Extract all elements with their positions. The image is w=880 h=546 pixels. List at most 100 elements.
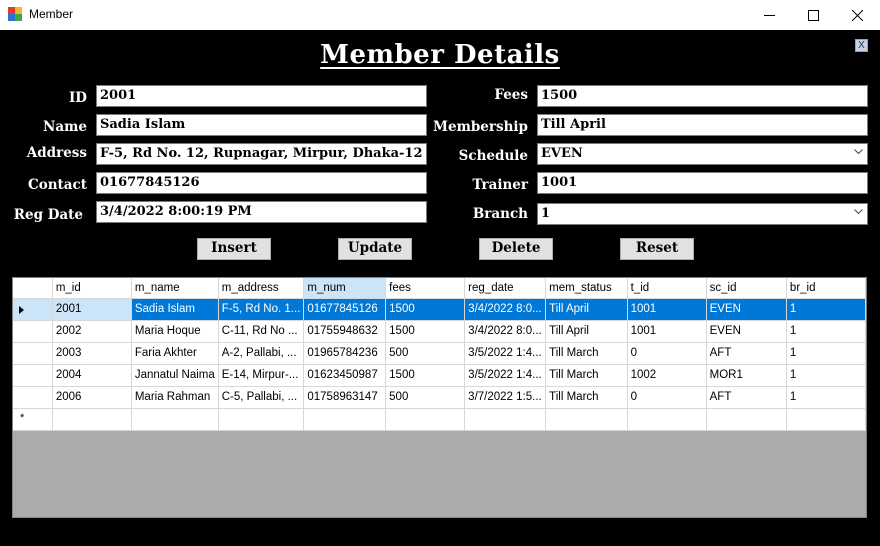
cell-m-name[interactable]: Jannatul Naima [131,364,219,387]
cell-m-address[interactable]: C-11, Rd No ... [218,320,305,343]
new-cell-mem-status[interactable] [545,408,628,431]
table-row[interactable]: 2006 Maria Rahman C-5, Pallabi, ... 0175896… [13,386,867,409]
cell-m-num[interactable]: 01965784236 [303,342,387,365]
cell-m-name[interactable]: Sadia Islam [131,298,219,321]
reg-date-field[interactable]: 3/4/2022 8:00:19 PM [96,201,427,223]
trainer-field[interactable]: 1001 [537,172,868,194]
name-field[interactable]: Sadia Islam [96,114,427,136]
cell-br-id[interactable]: 1 [786,342,867,365]
insert-button[interactable]: Insert [197,238,271,260]
cell-m-name[interactable]: Faria Akhter [131,342,219,365]
new-cell-m-num[interactable] [303,408,387,431]
cell-m-id[interactable]: 2004 [52,364,132,387]
cell-m-address[interactable]: C-5, Pallabi, ... [218,386,305,409]
column-header-m-num[interactable]: m_num [303,278,387,299]
cell-sc-id[interactable]: EVEN [706,298,787,321]
cell-br-id[interactable]: 1 [786,386,867,409]
membership-field[interactable]: Till April [537,114,868,136]
new-cell-m-id[interactable] [52,408,132,431]
address-field[interactable]: F-5, Rd No. 12, Rupnagar, Mirpur, Dhaka-… [96,143,427,165]
cell-m-num[interactable]: 01623450987 [303,364,387,387]
row-header[interactable] [13,386,53,409]
grid-corner-header[interactable] [13,278,53,299]
cell-m-num[interactable]: 01758963147 [303,386,387,409]
cell-reg-date[interactable]: 3/4/2022 8:0... [464,320,547,343]
cell-m-name[interactable]: Maria Rahman [131,386,219,409]
cell-t-id[interactable]: 0 [627,386,707,409]
delete-button[interactable]: Delete [479,238,553,260]
cell-fees[interactable]: 500 [385,342,466,365]
close-button[interactable] [834,0,880,30]
new-row[interactable]: * [13,408,867,431]
column-header-m-name[interactable]: m_name [131,278,219,299]
cell-sc-id[interactable]: MOR1 [706,364,787,387]
cell-m-address[interactable]: A-2, Pallabi, ... [218,342,305,365]
cell-reg-date[interactable]: 3/4/2022 8:0... [464,298,547,321]
new-cell-sc-id[interactable] [706,408,787,431]
row-header[interactable]: * [13,408,53,431]
cell-m-address[interactable]: F-5, Rd No. 1... [218,298,305,321]
branch-dropdown[interactable]: 1 [537,203,868,225]
cell-reg-date[interactable]: 3/5/2022 1:4... [464,342,547,365]
table-row[interactable]: 2004 Jannatul Naima E-14, Mirpur-... 016234… [13,364,867,387]
new-cell-t-id[interactable] [627,408,707,431]
cell-br-id[interactable]: 1 [786,320,867,343]
members-grid[interactable]: m_id m_name m_address m_num fees reg_date mem_… [12,277,867,518]
cell-fees[interactable]: 1500 [385,320,466,343]
column-header-mem-status[interactable]: mem_status [545,278,628,299]
cell-m-id[interactable]: 2001 [52,298,132,321]
column-header-m-address[interactable]: m_address [218,278,305,299]
cell-m-id[interactable]: 2003 [52,342,132,365]
update-button[interactable]: Update [338,238,412,260]
cell-mem-status[interactable]: Till March [545,342,628,365]
cell-br-id[interactable]: 1 [786,364,867,387]
cell-mem-status[interactable]: Till March [545,386,628,409]
cell-m-address[interactable]: E-14, Mirpur-... [218,364,305,387]
id-field[interactable]: 2001 [96,85,427,107]
new-cell-m-name[interactable] [131,408,219,431]
cell-mem-status[interactable]: Till March [545,364,628,387]
cell-br-id[interactable]: 1 [786,298,867,321]
column-header-reg-date[interactable]: reg_date [464,278,547,299]
cell-mem-status[interactable]: Till April [545,320,628,343]
row-header[interactable] [13,342,53,365]
cell-m-num[interactable]: 01755948632 [303,320,387,343]
form-close-button[interactable]: X [855,39,868,52]
schedule-dropdown[interactable]: EVEN [537,143,868,165]
new-cell-reg-date[interactable] [464,408,547,431]
new-cell-fees[interactable] [385,408,466,431]
cell-m-id[interactable]: 2006 [52,386,132,409]
row-header[interactable] [13,298,53,321]
cell-t-id[interactable]: 1001 [627,320,707,343]
table-row[interactable]: 2001 Sadia Islam F-5, Rd No. 1... 016778451… [13,298,867,321]
cell-m-id[interactable]: 2002 [52,320,132,343]
new-cell-m-address[interactable] [218,408,305,431]
cell-sc-id[interactable]: AFT [706,386,787,409]
cell-fees[interactable]: 500 [385,386,466,409]
table-row[interactable]: 2002 Maria Hoque C-11, Rd No ... 0175594863… [13,320,867,343]
cell-mem-status[interactable]: Till April [545,298,628,321]
row-header[interactable] [13,320,53,343]
row-header[interactable] [13,364,53,387]
cell-t-id[interactable]: 0 [627,342,707,365]
cell-t-id[interactable]: 1001 [627,298,707,321]
column-header-m-id[interactable]: m_id [52,278,132,299]
table-row[interactable]: 2003 Faria Akhter A-2, Pallabi, ... 0196578… [13,342,867,365]
cell-reg-date[interactable]: 3/5/2022 1:4... [464,364,547,387]
contact-field[interactable]: 01677845126 [96,172,427,194]
cell-fees[interactable]: 1500 [385,298,466,321]
maximize-button[interactable] [790,0,836,30]
column-header-sc-id[interactable]: sc_id [706,278,787,299]
cell-m-name[interactable]: Maria Hoque [131,320,219,343]
minimize-button[interactable] [746,0,792,30]
column-header-br-id[interactable]: br_id [786,278,867,299]
cell-reg-date[interactable]: 3/7/2022 1:5... [464,386,547,409]
reset-button[interactable]: Reset [620,238,694,260]
cell-sc-id[interactable]: EVEN [706,320,787,343]
cell-t-id[interactable]: 1002 [627,364,707,387]
cell-fees[interactable]: 1500 [385,364,466,387]
column-header-t-id[interactable]: t_id [627,278,707,299]
fees-field[interactable]: 1500 [537,85,868,107]
cell-sc-id[interactable]: AFT [706,342,787,365]
cell-m-num[interactable]: 01677845126 [303,298,387,321]
